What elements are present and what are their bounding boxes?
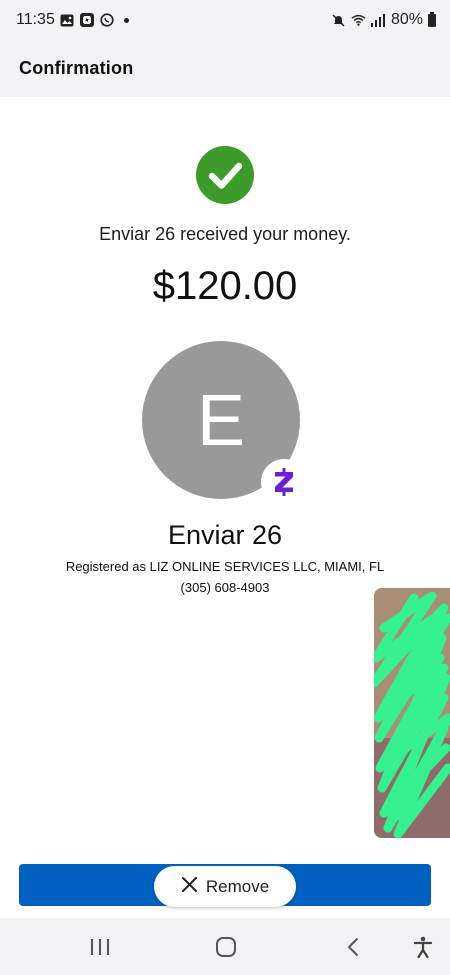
screenshot-thumbnail[interactable] bbox=[374, 588, 450, 838]
status-right: 80% bbox=[331, 11, 436, 29]
status-left: 11:35 bbox=[16, 11, 129, 29]
back-icon[interactable] bbox=[343, 936, 363, 958]
gallery-icon bbox=[60, 13, 75, 28]
registered-as: Registered as LIZ ONLINE SERVICES LLC, M… bbox=[65, 559, 385, 574]
recipient-name: Enviar 26 bbox=[167, 520, 283, 550]
navigation-bar bbox=[0, 918, 450, 975]
battery-percent: 80% bbox=[390, 11, 423, 28]
checkmark-icon bbox=[196, 146, 254, 204]
close-icon bbox=[181, 876, 198, 898]
battery-icon bbox=[428, 11, 436, 27]
status-bar: 11:35 80% bbox=[0, 0, 450, 40]
wifi-icon bbox=[351, 13, 366, 28]
remove-button[interactable]: Remove bbox=[154, 866, 296, 907]
recent-apps-icon[interactable] bbox=[88, 936, 112, 958]
whatsapp-icon bbox=[100, 13, 115, 28]
zelle-icon bbox=[261, 459, 307, 505]
remove-label: Remove bbox=[205, 876, 270, 896]
signal-icon bbox=[371, 13, 386, 28]
app-header: Confirmation bbox=[0, 40, 450, 97]
dot-icon bbox=[123, 17, 129, 23]
home-icon[interactable] bbox=[215, 936, 237, 958]
confirmation-message: Enviar 26 received your money. bbox=[99, 224, 351, 244]
redaction-scribble bbox=[374, 588, 450, 838]
mute-icon bbox=[331, 13, 346, 28]
chase-icon bbox=[80, 13, 95, 28]
status-time: 11:35 bbox=[16, 11, 55, 28]
avatar-initial: E bbox=[196, 381, 246, 461]
page-title: Confirmation bbox=[19, 58, 134, 78]
amount: $120.00 bbox=[152, 264, 298, 308]
accessibility-icon[interactable] bbox=[411, 935, 435, 959]
